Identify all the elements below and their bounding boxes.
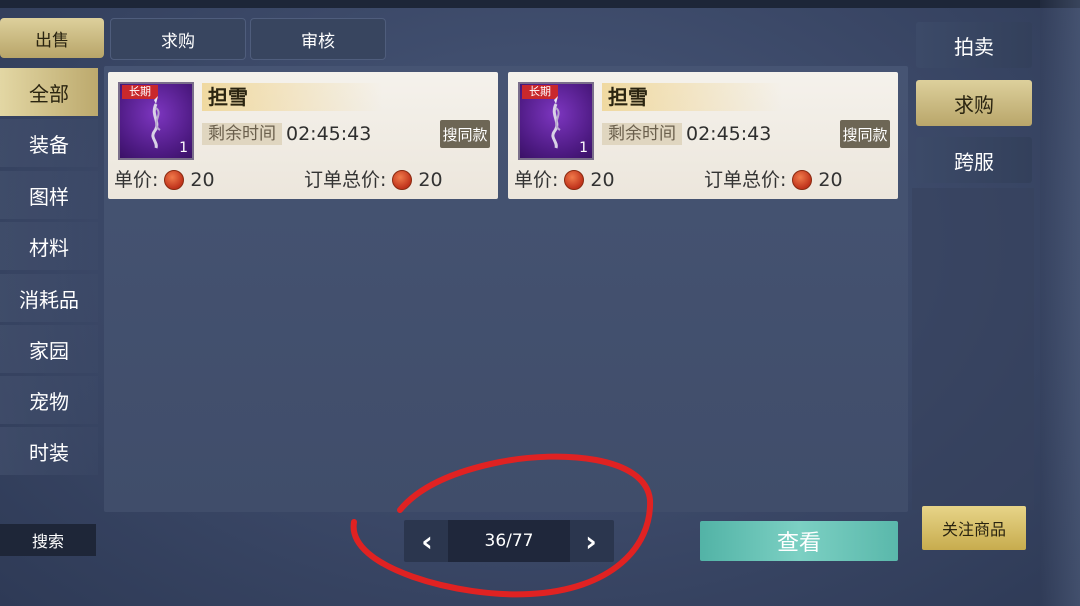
search-same-button[interactable]: 搜同款 — [440, 120, 490, 148]
item-name: 担雪 — [202, 83, 382, 111]
item-icon[interactable]: 长期 1 — [518, 82, 594, 160]
remaining-time-value: 02:45:43 — [286, 123, 372, 145]
order-total-label: 订单总价: — [304, 169, 387, 191]
unit-price: 单价: 20 — [114, 168, 215, 192]
tab-review[interactable]: 审核 — [250, 18, 386, 60]
right-side-panel — [912, 188, 1034, 510]
listing-card[interactable]: 长期 1 担雪 剩余时间 02:45:43 搜同款 单价: 20 订单总价: 2… — [508, 72, 898, 199]
tab-auction[interactable]: 拍卖 — [916, 22, 1032, 68]
unit-price-value: 20 — [190, 169, 215, 191]
item-quantity: 1 — [579, 140, 588, 156]
search-same-button[interactable]: 搜同款 — [840, 120, 890, 148]
order-total-value: 20 — [818, 169, 843, 191]
unit-price-label: 单价: — [514, 169, 559, 191]
item-icon[interactable]: 长期 1 — [118, 82, 194, 160]
category-home[interactable]: 家园 — [0, 325, 98, 373]
category-consumables[interactable]: 消耗品 — [0, 274, 98, 322]
category-equipment[interactable]: 装备 — [0, 119, 98, 167]
unit-price: 单价: 20 — [514, 168, 615, 192]
remaining-time-value: 02:45:43 — [686, 123, 772, 145]
order-total-label: 订单总价: — [704, 169, 787, 191]
order-total-value: 20 — [418, 169, 443, 191]
next-page-button[interactable]: › — [572, 520, 610, 562]
unit-price-value: 20 — [590, 169, 615, 191]
item-name: 担雪 — [602, 83, 782, 111]
chevron-right-icon: › — [585, 524, 597, 558]
prev-page-button[interactable]: ‹ — [408, 520, 446, 562]
category-materials[interactable]: 材料 — [0, 222, 98, 270]
remaining-time-label: 剩余时间 — [602, 123, 682, 145]
category-pets[interactable]: 宠物 — [0, 376, 98, 424]
coin-icon — [792, 170, 813, 190]
pagination: ‹ 36/77 › — [404, 520, 614, 562]
tab-buy-request-market[interactable]: 求购 — [916, 80, 1032, 126]
coin-icon — [392, 170, 413, 190]
view-button[interactable]: 查看 — [700, 521, 898, 561]
coin-icon — [564, 170, 585, 190]
unit-price-label: 单价: — [114, 169, 159, 191]
category-fashion[interactable]: 时装 — [0, 427, 98, 475]
category-patterns[interactable]: 图样 — [0, 171, 98, 219]
chevron-left-icon: ‹ — [421, 524, 433, 558]
order-total: 订单总价: 20 — [304, 168, 443, 192]
right-edge-decoration — [1040, 0, 1080, 606]
item-quantity: 1 — [179, 140, 188, 156]
coin-icon — [164, 170, 185, 190]
search-button[interactable]: 搜索 — [0, 524, 96, 556]
page-indicator: 36/77 — [448, 520, 570, 562]
order-total: 订单总价: 20 — [704, 168, 843, 192]
follow-item-button[interactable]: 关注商品 — [922, 506, 1026, 550]
remaining-time-label: 剩余时间 — [202, 123, 282, 145]
top-edge-bar — [0, 0, 1080, 8]
listing-card[interactable]: 长期 1 担雪 剩余时间 02:45:43 搜同款 单价: 20 订单总价: 2… — [108, 72, 498, 199]
category-all[interactable]: 全部 — [0, 68, 98, 116]
tab-sell[interactable]: 出售 — [0, 18, 104, 58]
tab-buy-request[interactable]: 求购 — [110, 18, 246, 60]
tab-cross-server[interactable]: 跨服 — [916, 137, 1032, 183]
